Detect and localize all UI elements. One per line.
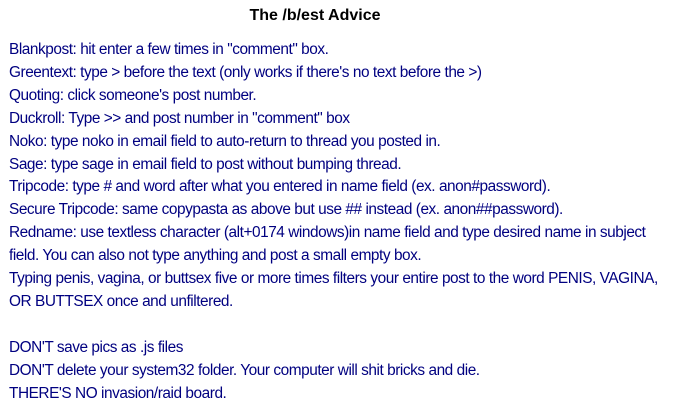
page-title: The /b/est Advice bbox=[249, 7, 381, 24]
warning-raid-board: THERE'S NO invasion/raid board. bbox=[9, 384, 227, 402]
tip-redname: Redname: use textless character (alt+017… bbox=[9, 224, 646, 242]
tip-quoting: Quoting: click someone's post number. bbox=[9, 86, 257, 104]
tip-noko: Noko: type noko in email field to auto-r… bbox=[9, 132, 441, 150]
tip-redname-continued: field. You can also not type anything an… bbox=[9, 247, 422, 265]
tip-tripcode: Tripcode: type # and word after what you… bbox=[9, 178, 551, 196]
tip-duckroll: Duckroll: Type >> and post number in "co… bbox=[9, 109, 350, 127]
tip-sage: Sage: type sage in email field to post w… bbox=[9, 155, 402, 173]
tip-wordfilter: Typing penis, vagina, or buttsex five or… bbox=[9, 270, 658, 288]
tip-blankpost: Blankpost: hit enter a few times in "com… bbox=[9, 41, 329, 58]
advice-list: Blankpost: hit enter a few times in "com… bbox=[9, 39, 699, 405]
tip-greentext: Greentext: type > before the text (only … bbox=[9, 63, 482, 81]
warning-system32: DON'T delete your system32 folder. Your … bbox=[9, 361, 480, 379]
tip-wordfilter-continued: OR BUTTSEX once and unfiltered. bbox=[9, 292, 233, 310]
warning-js-files: DON'T save pics as .js files bbox=[9, 338, 183, 356]
tip-secure-tripcode: Secure Tripcode: same copypasta as above… bbox=[9, 201, 563, 219]
